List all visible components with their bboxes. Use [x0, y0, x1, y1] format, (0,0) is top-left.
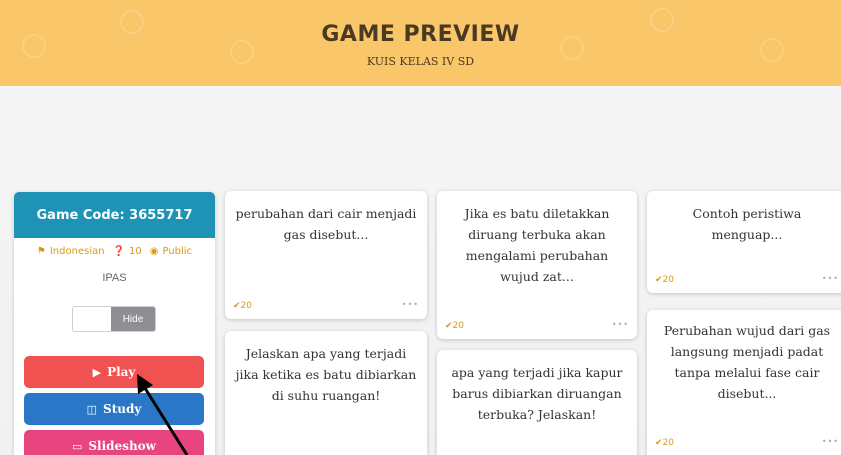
annotation-arrow	[137, 374, 189, 455]
arrow-shaft	[141, 384, 189, 455]
